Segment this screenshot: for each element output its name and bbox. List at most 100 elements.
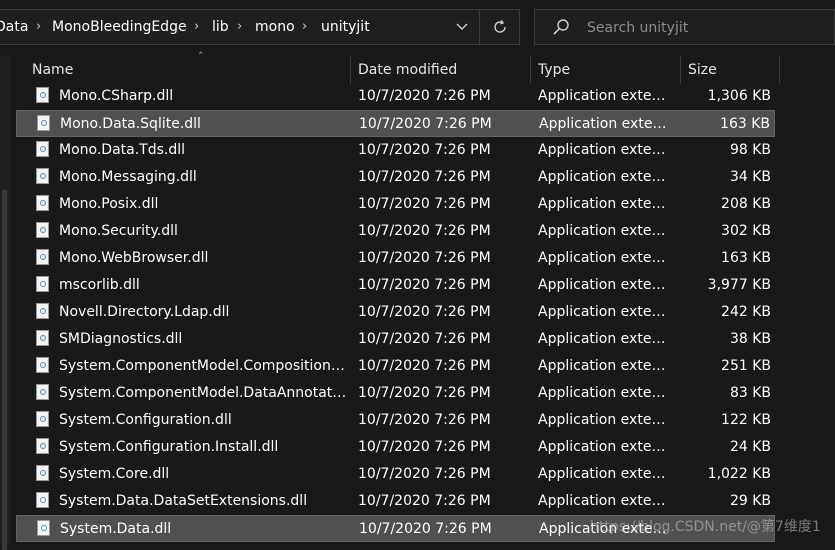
file-date-modified: 10/7/2020 7:26 PM (358, 223, 491, 239)
column-divider[interactable] (350, 56, 351, 84)
file-row[interactable]: SMDiagnostics.dll 10/7/2020 7:26 PM Applic… (16, 326, 775, 353)
navigation-pane-scrollbar[interactable] (0, 56, 10, 550)
file-type: Application extens... (538, 439, 673, 455)
dll-file-icon (36, 168, 49, 184)
file-row[interactable]: System.Core.dll 10/7/2020 7:26 PM Applicat… (16, 461, 775, 488)
gear-icon (40, 389, 46, 395)
gear-icon (40, 281, 46, 287)
file-type: Application extens... (538, 412, 673, 428)
file-size: 163 KB (720, 116, 770, 132)
dll-file-icon (36, 222, 49, 238)
file-row[interactable]: mscorlib.dll 10/7/2020 7:26 PM Application… (16, 272, 775, 299)
file-row[interactable]: Mono.CSharp.dll 10/7/2020 7:26 PM Applicat… (16, 83, 775, 110)
file-size: 242 KB (721, 304, 771, 320)
file-row[interactable]: System.Data.DataSetExtensions.dll 10/7/20… (16, 488, 775, 515)
dll-file-icon (36, 357, 49, 373)
dll-file-icon (36, 141, 49, 157)
file-row[interactable]: System.ComponentModel.DataAnnotatio... 10… (16, 380, 775, 407)
dll-file-icon (36, 87, 49, 103)
file-size: 122 KB (721, 412, 771, 428)
chevron-right-icon[interactable]: › (36, 19, 41, 34)
file-date-modified: 10/7/2020 7:26 PM (358, 358, 491, 374)
file-row[interactable]: Mono.Posix.dll 10/7/2020 7:26 PM Applicati… (16, 191, 775, 218)
scrollbar-thumb[interactable] (2, 190, 7, 550)
chevron-right-icon[interactable]: › (237, 19, 242, 34)
gear-icon (40, 92, 46, 98)
column-type[interactable]: Type (538, 62, 570, 78)
file-name: Mono.Security.dll (59, 223, 178, 239)
file-size: 3,977 KB (707, 277, 771, 293)
chevron-right-icon[interactable]: › (302, 19, 307, 34)
file-date-modified: 10/7/2020 7:26 PM (358, 385, 491, 401)
column-divider[interactable] (779, 56, 780, 84)
divider (479, 10, 480, 44)
file-date-modified: 10/7/2020 7:26 PM (358, 304, 491, 320)
file-name: Mono.Messaging.dll (59, 169, 197, 185)
file-type: Application extens... (538, 196, 673, 212)
file-type: Application extens... (538, 142, 673, 158)
toolbar: Data › MonoBleedingEdge › lib › mono › u… (0, 0, 835, 56)
file-name: Mono.CSharp.dll (59, 88, 174, 104)
breadcrumb-monobleedingedge[interactable]: MonoBleedingEdge (52, 19, 187, 35)
file-date-modified: 10/7/2020 7:26 PM (358, 412, 491, 428)
file-type: Application extens... (538, 466, 673, 482)
refresh-icon[interactable] (483, 10, 517, 44)
file-row[interactable]: System.ComponentModel.Composition.dll 10/… (16, 353, 775, 380)
file-name: System.Configuration.Install.dll (59, 439, 279, 455)
column-size[interactable]: Size (688, 62, 717, 78)
file-row[interactable]: Mono.Messaging.dll 10/7/2020 7:26 PM Appli… (16, 164, 775, 191)
breadcrumb-mono[interactable]: mono (255, 19, 295, 35)
file-name: Mono.Data.Sqlite.dll (60, 116, 201, 132)
column-divider[interactable] (530, 56, 531, 84)
file-name: Mono.Posix.dll (59, 196, 159, 212)
gear-icon (40, 497, 46, 503)
chevron-right-icon[interactable]: › (194, 19, 199, 34)
file-size: 38 KB (729, 331, 771, 347)
file-row[interactable]: System.Configuration.Install.dll 10/7/202… (16, 434, 775, 461)
breadcrumb-data[interactable]: Data (0, 19, 28, 35)
file-date-modified: 10/7/2020 7:26 PM (358, 466, 491, 482)
file-type: Application extens... (538, 358, 673, 374)
file-type: Application extens... (538, 493, 673, 509)
file-type: Application extens... (538, 223, 673, 239)
search-input[interactable] (585, 17, 829, 39)
file-size: 302 KB (721, 223, 771, 239)
file-row[interactable]: System.Configuration.dll 10/7/2020 7:26 P… (16, 407, 775, 434)
file-list: Mono.CSharp.dll 10/7/2020 7:26 PM Applicat… (16, 83, 776, 545)
chevron-down-icon[interactable] (445, 10, 479, 44)
file-size: 24 KB (729, 439, 771, 455)
file-size: 251 KB (721, 358, 771, 374)
gear-icon (40, 470, 46, 476)
file-type: Application extens... (538, 250, 673, 266)
watermark: https://blog.CSDN.net/@第7维度1 (590, 519, 821, 535)
dll-file-icon (36, 276, 49, 292)
file-row[interactable]: Mono.Data.Tds.dll 10/7/2020 7:26 PM Applic… (16, 137, 775, 164)
file-row[interactable]: Mono.Security.dll 10/7/2020 7:26 PM Applic… (16, 218, 775, 245)
file-row[interactable]: Mono.Data.Sqlite.dll 10/7/2020 7:26 PM App… (16, 110, 775, 137)
file-row[interactable]: Novell.Directory.Ldap.dll 10/7/2020 7:26 … (16, 299, 775, 326)
gear-icon (40, 200, 46, 206)
gear-icon (40, 146, 46, 152)
address-bar[interactable]: Data › MonoBleedingEdge › lib › mono › u… (0, 9, 520, 45)
file-size: 163 KB (721, 250, 771, 266)
gear-icon (40, 227, 46, 233)
file-size: 1,022 KB (707, 466, 771, 482)
search-box[interactable] (534, 9, 835, 45)
column-divider[interactable] (680, 56, 681, 84)
breadcrumb-lib[interactable]: lib (212, 19, 229, 35)
file-name: Mono.Data.Tds.dll (59, 142, 186, 158)
file-size: 34 KB (729, 169, 771, 185)
file-size: 98 KB (729, 142, 771, 158)
column-date-modified[interactable]: Date modified (358, 62, 457, 78)
breadcrumb-unityjit[interactable]: unityjit (321, 19, 370, 35)
gear-icon (40, 416, 46, 422)
file-type: Application extens... (538, 331, 673, 347)
file-type: Application extens... (538, 304, 673, 320)
file-date-modified: 10/7/2020 7:26 PM (358, 439, 491, 455)
column-name[interactable]: Name (32, 62, 73, 78)
file-type: Application extens... (538, 169, 673, 185)
dll-file-icon (36, 492, 49, 508)
file-type: Application extens... (538, 277, 673, 293)
file-row[interactable]: Mono.WebBrowser.dll 10/7/2020 7:26 PM Appl… (16, 245, 775, 272)
file-name: SMDiagnostics.dll (59, 331, 183, 347)
